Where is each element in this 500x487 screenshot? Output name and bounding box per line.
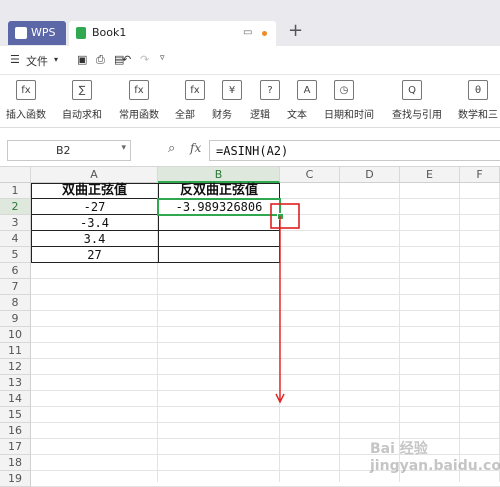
watermark: Bai 经验 jingyan.baidu.com: [370, 441, 500, 474]
annotation-overlay: [270, 203, 300, 404]
highlight-box: [270, 203, 300, 229]
